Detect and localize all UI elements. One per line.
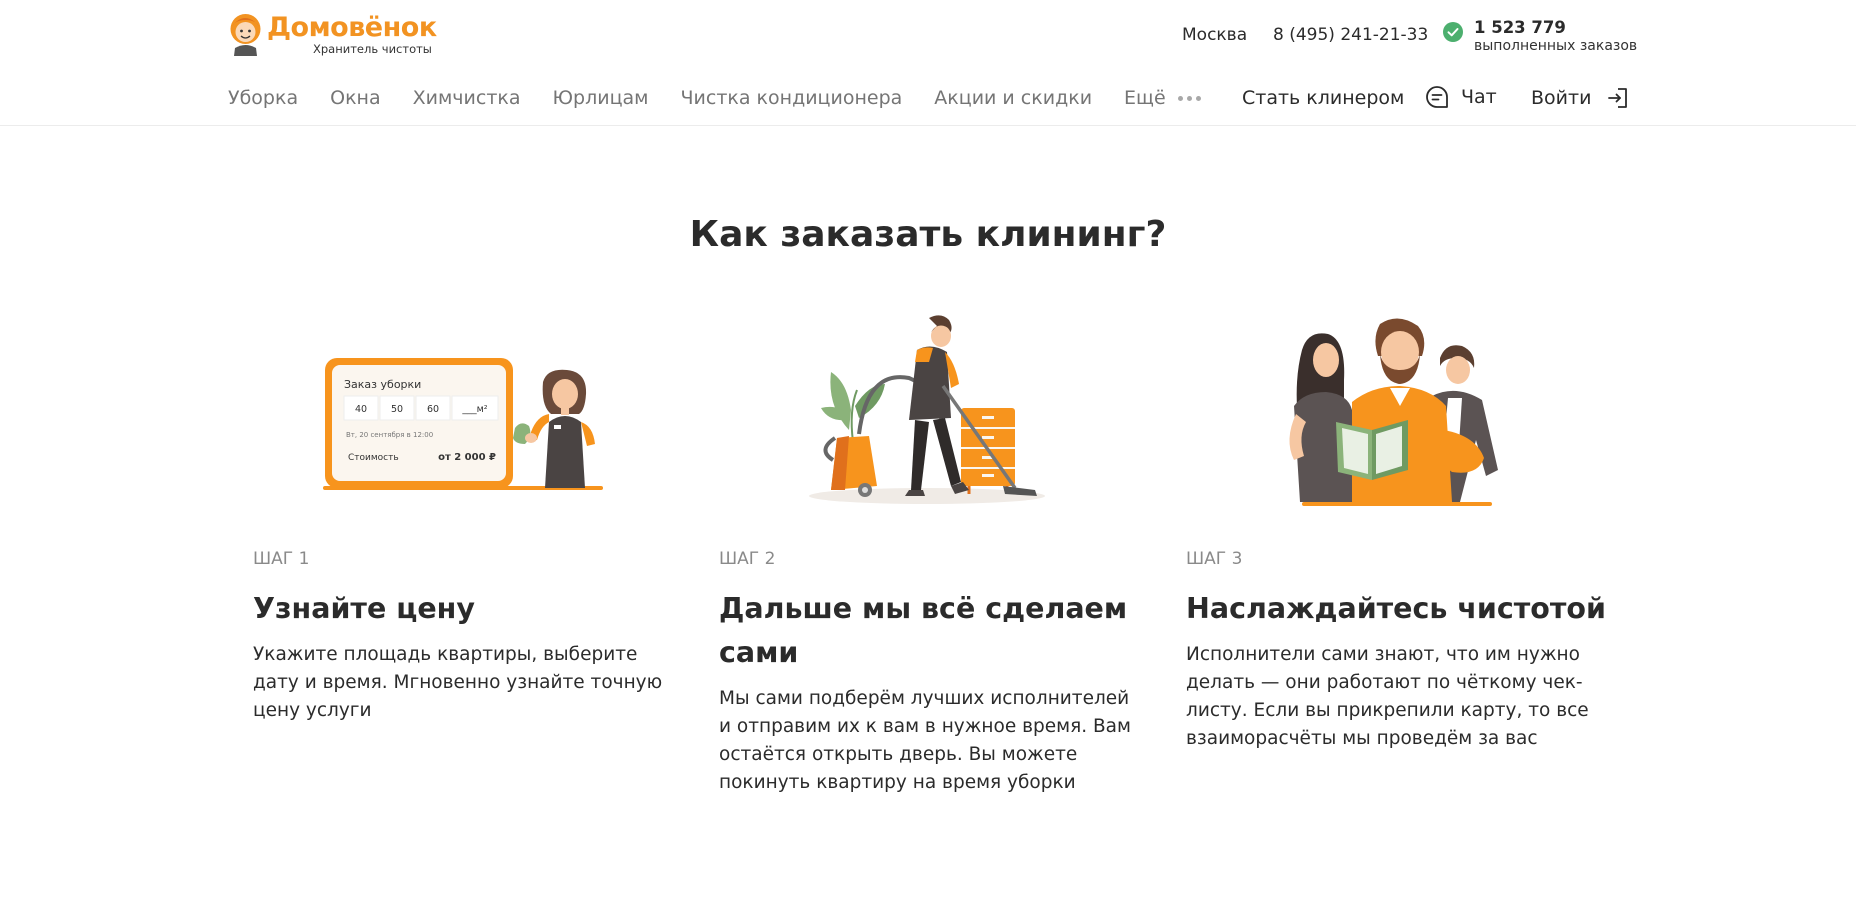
dots-icon: [1177, 95, 1201, 101]
logo-link[interactable]: Домовёнок Хранитель чистоты: [227, 12, 437, 60]
step-1: Заказ уборки 40 50 60 ___м² Вт, 20 сентя…: [253, 310, 673, 725]
chat-label: Чат: [1461, 86, 1497, 108]
section-title: Как заказать клининг?: [689, 214, 1167, 255]
step-3-illustration: [1186, 310, 1606, 510]
chat-button[interactable]: Чат: [1425, 83, 1497, 111]
card-option-40: 40: [355, 404, 367, 415]
card-option-custom: ___м²: [461, 404, 487, 415]
card-title: Заказ уборки: [344, 378, 421, 391]
orders-counter: 1 523 779 выполненных заказов: [1443, 18, 1637, 55]
step-2-label: ШАГ 2: [719, 549, 776, 569]
step-2: ШАГ 2 Дальше мы всё сделаем сами Мы сами…: [719, 310, 1139, 797]
logo-tagline: Хранитель чистоты: [313, 42, 432, 56]
step-1-label: ШАГ 1: [253, 549, 310, 569]
step-3-label: ШАГ 3: [1186, 549, 1243, 569]
step-1-illustration: Заказ уборки 40 50 60 ___м² Вт, 20 сентя…: [253, 310, 673, 510]
woman-figure: [1289, 333, 1356, 502]
nav-item-windows[interactable]: Окна: [330, 84, 381, 112]
phone-link[interactable]: 8 (495) 241-21-33: [1273, 25, 1428, 45]
nav-item-dry-cleaning[interactable]: Химчистка: [413, 84, 521, 112]
card-cost-label: Стоимость: [348, 453, 399, 463]
cleaner-vacuum-illustration: [809, 315, 1045, 504]
step-1-title: Узнайте цену: [253, 592, 475, 625]
chat-icon: [1426, 86, 1448, 108]
site-header: Домовёнок Хранитель чистоты Москва 8 (49…: [0, 0, 1856, 126]
woman-figure: [513, 369, 595, 488]
mascot-logo-icon: [230, 14, 261, 56]
card-option-60: 60: [427, 404, 439, 415]
nav-more[interactable]: Ещё: [1124, 84, 1201, 112]
orders-label: выполненных заказов: [1474, 38, 1638, 54]
family-illustration: [1289, 318, 1498, 506]
step-3-text: Исполнители сами знают, что им нужно дел…: [1186, 644, 1589, 749]
login-icon: [1608, 88, 1628, 108]
nav-item-business[interactable]: Юрлицам: [553, 84, 649, 112]
card-date: Вт, 20 сентября в 12:00: [346, 431, 433, 439]
order-card-illustration: Заказ уборки 40 50 60 ___м² Вт, 20 сентя…: [323, 358, 603, 490]
plant-icon: [821, 372, 885, 443]
login-label: Войти: [1531, 87, 1592, 109]
card-option-50: 50: [391, 404, 403, 415]
logo-name: Домовёнок: [267, 12, 437, 43]
nav-item-promotions[interactable]: Акции и скидки: [934, 84, 1092, 112]
card-cost-value: от 2 000 ₽: [438, 452, 496, 463]
step-3: ШАГ 3 Наслаждайтесь чистотой Исполнители…: [1186, 310, 1606, 753]
step-1-text: Укажите площадь квартиры, выберите дату …: [253, 644, 663, 721]
nav-item-ac-cleaning[interactable]: Чистка кондиционера: [681, 84, 903, 112]
step-3-title: Наслаждайтесь чистотой: [1186, 592, 1606, 625]
nav-more-label: Ещё: [1124, 87, 1166, 109]
check-circle-icon: [1443, 22, 1463, 42]
orders-count: 1 523 779: [1474, 18, 1566, 37]
city-selector[interactable]: Москва: [1182, 25, 1247, 45]
step-2-text: Мы сами подберём лучших исполнителей и о…: [719, 688, 1131, 793]
become-cleaner-link[interactable]: Стать клинером: [1242, 84, 1404, 112]
step-2-illustration: [719, 310, 1139, 510]
login-button[interactable]: Войти: [1531, 84, 1629, 112]
nav-item-cleaning[interactable]: Уборка: [228, 84, 298, 112]
main-nav: Уборка Окна Химчистка Юрлицам Чистка кон…: [228, 84, 1201, 112]
step-2-title: Дальше мы всё сделаем сами: [719, 592, 1128, 669]
